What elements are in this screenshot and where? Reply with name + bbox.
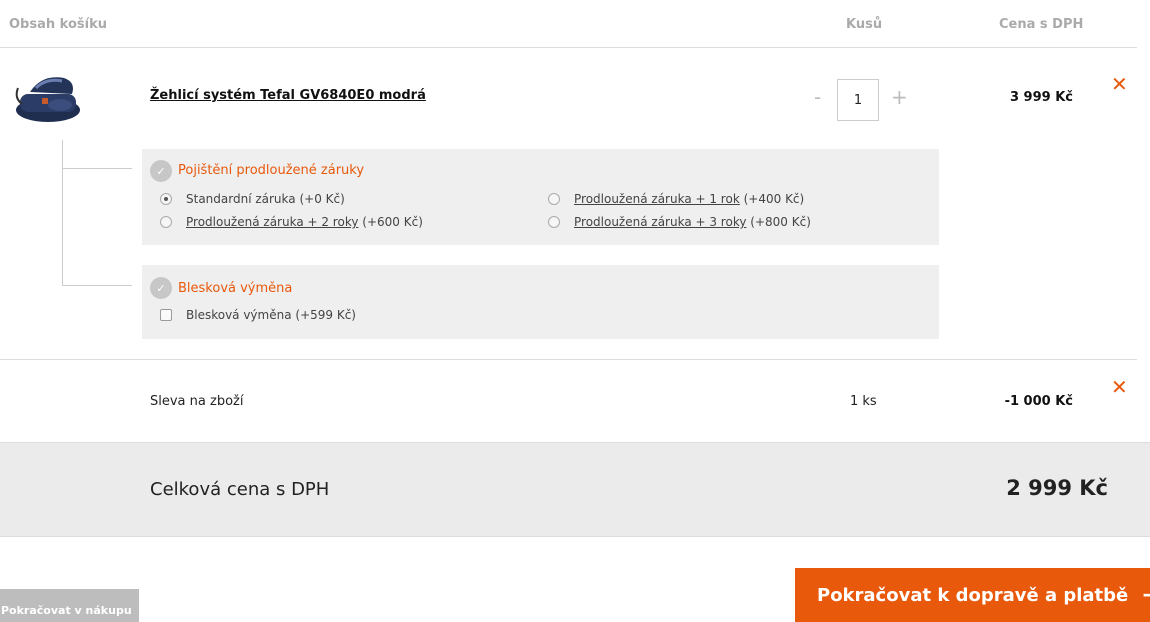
quantity-decrease-button[interactable]: - — [814, 85, 821, 109]
radio-button[interactable] — [548, 193, 560, 205]
quantity-increase-button[interactable]: + — [891, 85, 908, 109]
radio-button[interactable] — [160, 193, 172, 205]
tree-connector — [62, 140, 63, 286]
warranty-service-box: ✓ Pojištění prodloužené záruky Standardn… — [142, 149, 939, 245]
checkbox[interactable] — [160, 309, 172, 321]
option-price: (+0 Kč) — [299, 192, 345, 206]
option-link[interactable]: Prodloužená záruka + 1 rok — [574, 192, 740, 206]
discount-label: Sleva na zboží — [150, 394, 244, 409]
quick-swap-title: Blesková výměna — [178, 281, 293, 296]
product-price: 3 999 Kč — [1009, 90, 1073, 105]
product-name-link[interactable]: Žehlicí systém Tefal GV6840E0 modrá — [150, 88, 426, 103]
radio-button[interactable] — [160, 216, 172, 228]
remove-discount-icon[interactable]: ✕ — [1111, 375, 1128, 399]
option-label: Standardní záruka — [186, 192, 296, 206]
option-price: (+800 Kč) — [750, 215, 811, 229]
shield-check-icon: ✓ — [150, 277, 172, 299]
tree-connector — [62, 168, 132, 169]
price-header: Cena s DPH — [999, 17, 1084, 32]
quantity-input[interactable] — [837, 79, 879, 121]
quantity-header: Kusů — [846, 17, 883, 32]
shield-check-icon: ✓ — [150, 160, 172, 182]
continue-to-shipping-label: Pokračovat k dopravě a platbě — [817, 584, 1129, 606]
quick-swap-option-label: Blesková výměna (+599 Kč) — [186, 308, 356, 322]
option-price: (+400 Kč) — [743, 192, 805, 206]
option-link[interactable]: Prodloužená záruka + 2 roky — [186, 215, 358, 229]
remove-item-icon[interactable]: ✕ — [1111, 72, 1128, 96]
arrow-right-icon: → — [1142, 583, 1150, 608]
header-divider — [0, 47, 1137, 48]
option-price: (+600 Kč) — [362, 215, 423, 229]
total-value: 2 999 Kč — [1006, 476, 1108, 500]
steam-iron-icon — [15, 77, 80, 122]
continue-to-shipping-button[interactable]: Pokračovat k dopravě a platbě → — [795, 568, 1150, 622]
option-link[interactable]: Prodloužená záruka + 3 roky — [574, 215, 746, 229]
quick-swap-service-box: ✓ Blesková výměna Blesková výměna (+599 … — [142, 265, 939, 339]
product-image[interactable] — [12, 68, 86, 126]
row-divider — [0, 359, 1137, 360]
total-label: Celková cena s DPH — [150, 479, 330, 500]
tree-connector — [62, 285, 132, 286]
continue-shopping-button[interactable]: Pokračovat v nákupu — [0, 589, 139, 622]
discount-price: -1 000 Kč — [1004, 394, 1073, 409]
radio-button[interactable] — [548, 216, 560, 228]
warranty-title: Pojištění prodloužené záruky — [178, 163, 365, 178]
discount-quantity: 1 ks — [850, 394, 877, 409]
cart-content-header: Obsah košíku — [9, 17, 107, 32]
